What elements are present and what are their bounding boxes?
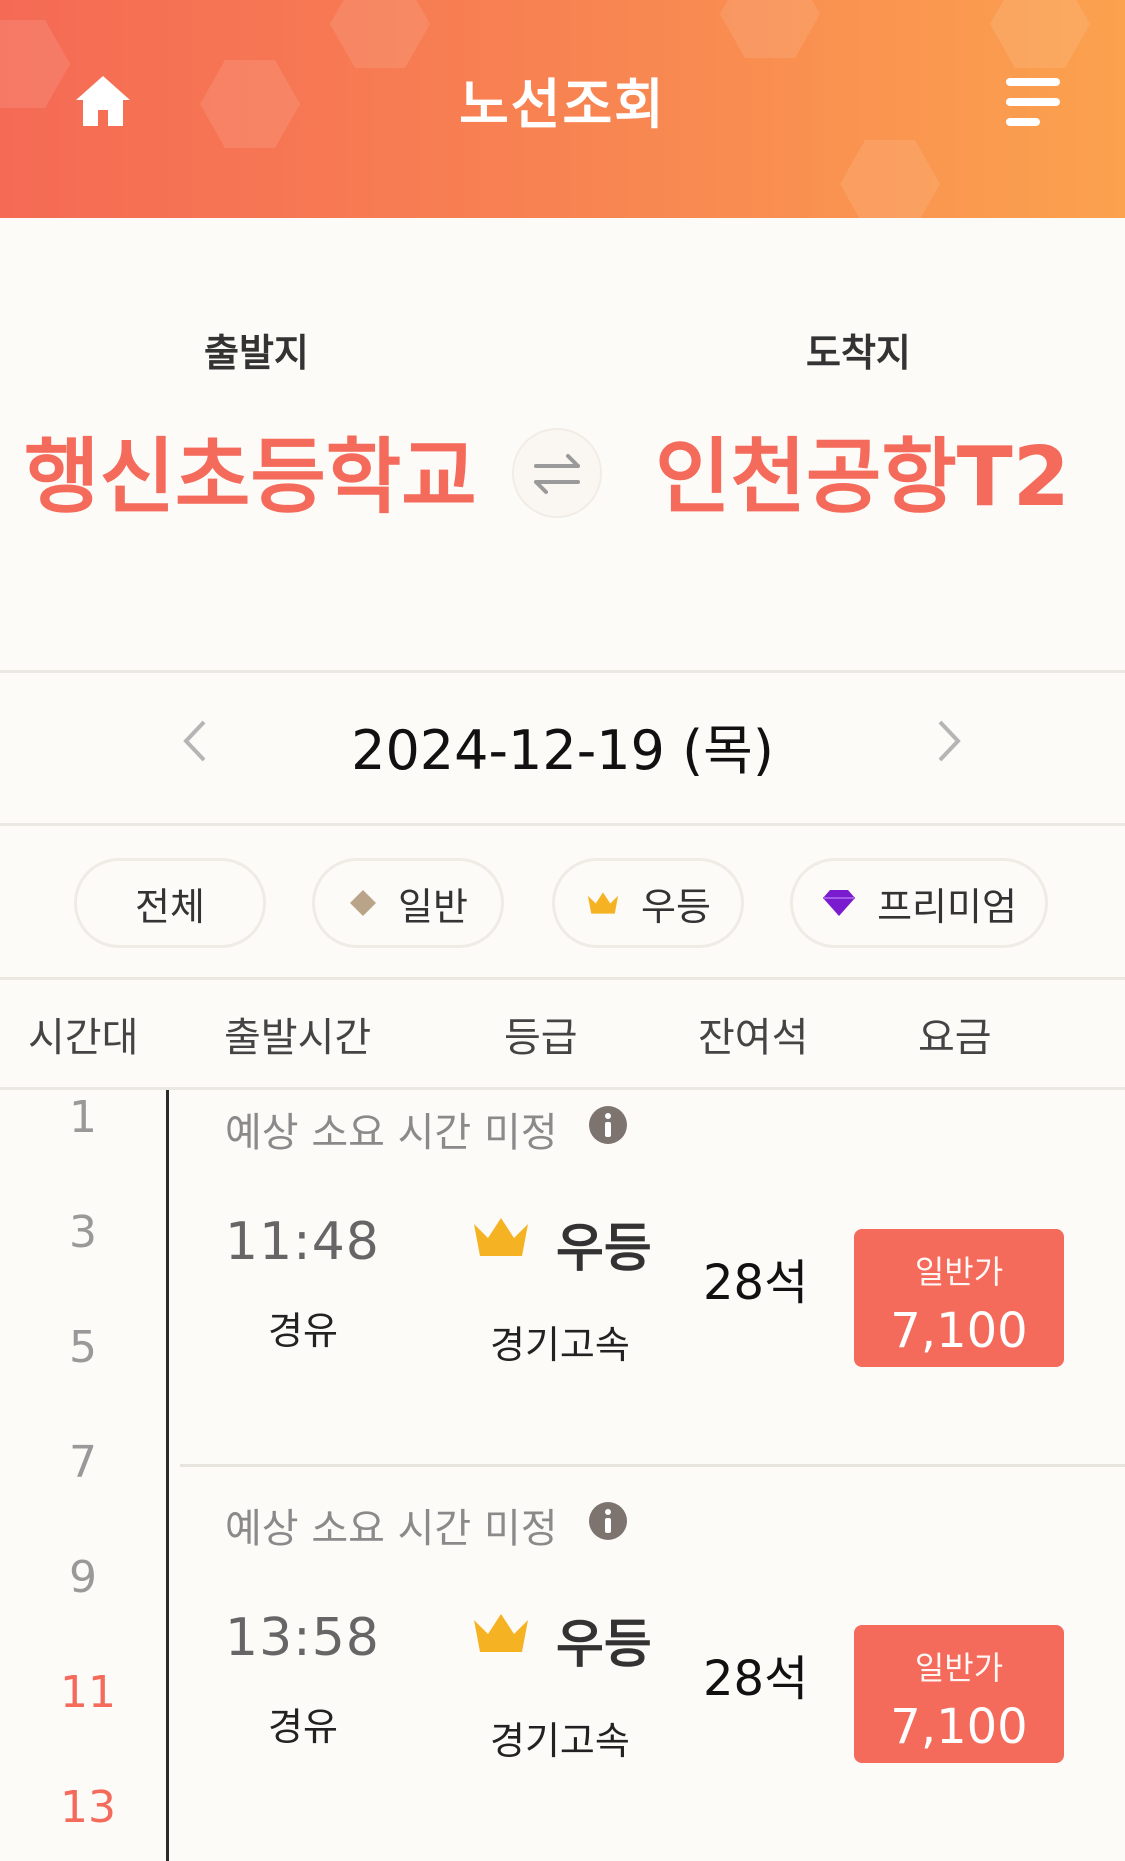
diamond-icon bbox=[350, 890, 377, 916]
crown-icon bbox=[587, 892, 619, 914]
filter-standard-label: 일반 bbox=[398, 884, 468, 929]
filter-deluxe-label: 우등 bbox=[641, 884, 711, 929]
divider bbox=[0, 670, 1125, 673]
column-departure: 출발시간 bbox=[224, 1015, 372, 1061]
column-fare: 요금 bbox=[918, 1015, 992, 1061]
filter-deluxe[interactable]: 우등 bbox=[552, 858, 744, 948]
menu-icon bbox=[1006, 78, 1060, 126]
estimated-duration: 예상 소요 시간 미정 bbox=[225, 1506, 558, 1552]
swap-button[interactable] bbox=[512, 428, 602, 518]
divider bbox=[0, 977, 1125, 980]
time-axis-label[interactable]: 3 bbox=[60, 1207, 106, 1258]
destination-name[interactable]: 인천공항T2 bbox=[655, 410, 1070, 529]
hex-decoration bbox=[840, 140, 940, 218]
crown-icon bbox=[474, 1614, 528, 1652]
origin-name[interactable]: 행신초등학교 bbox=[24, 410, 477, 529]
chevron-right-icon bbox=[938, 720, 961, 762]
fare-type: 일반가 bbox=[914, 1253, 1004, 1291]
swap-icon bbox=[534, 454, 580, 494]
hex-decoration bbox=[990, 0, 1090, 68]
divider bbox=[0, 823, 1125, 826]
estimated-duration: 예상 소요 시간 미정 bbox=[225, 1110, 558, 1156]
departure-time: 11:48 bbox=[225, 1212, 380, 1272]
time-axis-label-active[interactable]: 11 bbox=[60, 1667, 116, 1718]
time-axis-line bbox=[166, 1090, 169, 1861]
via-label: 경유 bbox=[268, 1309, 338, 1353]
remaining-seats: 28석 bbox=[703, 1255, 809, 1311]
filter-premium[interactable]: 프리미엄 bbox=[790, 858, 1048, 948]
via-label: 경유 bbox=[268, 1705, 338, 1749]
filter-premium-label: 프리미엄 bbox=[877, 884, 1017, 929]
fare-button[interactable]: 일반가 7,100 bbox=[854, 1625, 1064, 1763]
time-axis-label[interactable]: 7 bbox=[60, 1437, 106, 1488]
column-time-range: 시간대 bbox=[28, 1015, 139, 1061]
column-seats: 잔여석 bbox=[698, 1015, 809, 1061]
info-icon[interactable] bbox=[588, 1501, 628, 1541]
fare-button[interactable]: 일반가 7,100 bbox=[854, 1229, 1064, 1367]
hex-decoration bbox=[330, 0, 430, 68]
bus-company: 경기고속 bbox=[490, 1323, 630, 1367]
time-axis-label-active[interactable]: 13 bbox=[60, 1782, 116, 1833]
gem-icon bbox=[823, 890, 856, 916]
destination-label: 도착지 bbox=[806, 331, 911, 375]
page-title: 노선조회 bbox=[459, 73, 666, 136]
grade-label: 우등 bbox=[556, 1219, 652, 1279]
hex-decoration bbox=[720, 0, 820, 58]
menu-button[interactable] bbox=[1004, 76, 1062, 128]
filter-all-label: 전체 bbox=[135, 884, 205, 929]
crown-icon bbox=[474, 1218, 528, 1256]
filter-standard[interactable]: 일반 bbox=[312, 858, 504, 948]
info-icon[interactable] bbox=[588, 1105, 628, 1145]
time-axis-label[interactable]: 1 bbox=[60, 1092, 106, 1143]
column-grade: 등급 bbox=[504, 1015, 578, 1061]
divider bbox=[180, 1464, 1125, 1467]
fare-amount: 7,100 bbox=[890, 1699, 1028, 1755]
time-axis-label[interactable]: 5 bbox=[60, 1322, 106, 1373]
fare-type: 일반가 bbox=[914, 1649, 1004, 1687]
fare-amount: 7,100 bbox=[890, 1303, 1028, 1359]
origin-label: 출발지 bbox=[204, 331, 309, 375]
bus-company: 경기고속 bbox=[490, 1719, 630, 1763]
app-header: 노선조회 bbox=[0, 0, 1125, 218]
time-axis-label[interactable]: 9 bbox=[60, 1552, 106, 1603]
next-date-button[interactable] bbox=[928, 716, 968, 766]
filter-all[interactable]: 전체 bbox=[74, 858, 266, 948]
grade-label: 우등 bbox=[556, 1615, 652, 1675]
remaining-seats: 28석 bbox=[703, 1651, 809, 1707]
departure-time: 13:58 bbox=[225, 1608, 380, 1668]
